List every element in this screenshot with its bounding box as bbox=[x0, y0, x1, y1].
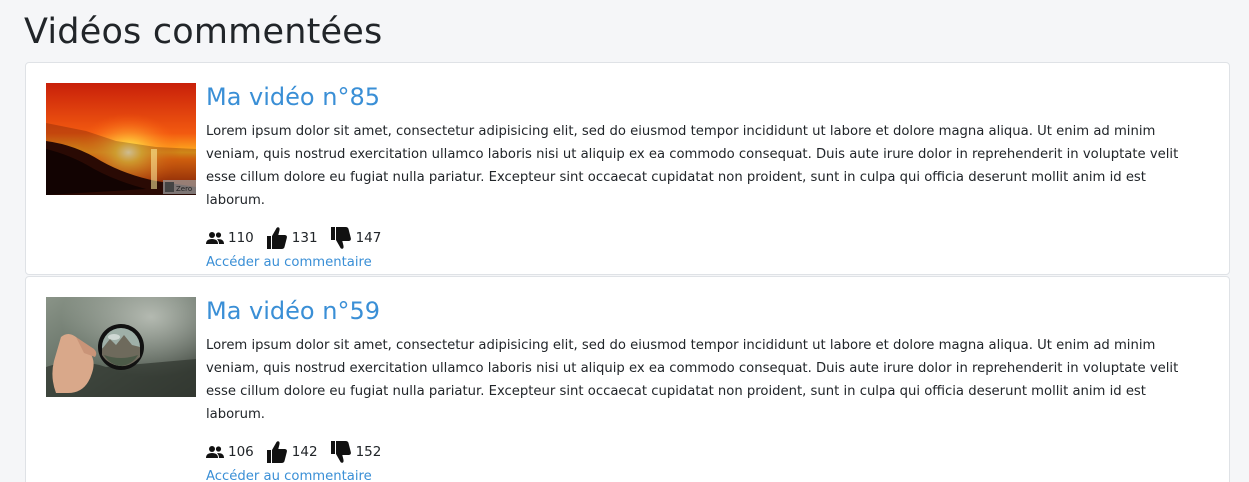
video-body: Ma vidéo n°85 Lorem ipsum dolor sit amet… bbox=[206, 79, 1206, 273]
comment-link[interactable]: Accéder au commentaire bbox=[206, 467, 372, 482]
viewers-stat: 110 bbox=[206, 230, 254, 246]
video-stats: 106 142 152 bbox=[206, 439, 1206, 465]
users-icon bbox=[206, 232, 224, 244]
video-thumbnail[interactable] bbox=[46, 297, 196, 397]
dislikes-stat[interactable]: 147 bbox=[330, 226, 382, 250]
video-title[interactable]: Ma vidéo n°85 bbox=[206, 79, 1206, 115]
video-body: Ma vidéo n°59 Lorem ipsum dolor sit amet… bbox=[206, 293, 1206, 482]
users-icon bbox=[206, 446, 224, 458]
viewers-count: 110 bbox=[228, 230, 254, 246]
video-description: Lorem ipsum dolor sit amet, consectetur … bbox=[206, 338, 1179, 422]
video-thumbnail[interactable]: Zero bbox=[46, 83, 196, 195]
page: Vidéos commentées Zero Ma vidéo n°85 Lor… bbox=[0, 0, 1249, 482]
likes-count: 142 bbox=[291, 444, 318, 460]
likes-stat[interactable]: 131 bbox=[266, 226, 318, 250]
video-description: Lorem ipsum dolor sit amet, consectetur … bbox=[206, 124, 1179, 208]
thumbs-down-icon bbox=[330, 227, 351, 249]
dislikes-count: 152 bbox=[355, 444, 382, 460]
video-card: Zero Ma vidéo n°85 Lorem ipsum dolor sit… bbox=[25, 62, 1230, 275]
thumbnail-watermark: Zero bbox=[176, 185, 192, 193]
video-title[interactable]: Ma vidéo n°59 bbox=[206, 293, 1206, 329]
likes-count: 131 bbox=[291, 230, 318, 246]
comment-link[interactable]: Accéder au commentaire bbox=[206, 253, 372, 273]
viewers-stat: 106 bbox=[206, 444, 254, 460]
viewers-count: 106 bbox=[228, 444, 254, 460]
thumbs-down-icon bbox=[330, 441, 351, 463]
sunset-thumbnail-image: Zero bbox=[46, 83, 196, 195]
video-stats: 110 131 147 bbox=[206, 225, 1206, 251]
page-title: Vidéos commentées bbox=[24, 12, 383, 52]
video-card: Ma vidéo n°59 Lorem ipsum dolor sit amet… bbox=[25, 276, 1230, 482]
dislikes-stat[interactable]: 152 bbox=[330, 440, 382, 464]
thumbs-up-icon bbox=[266, 227, 287, 249]
dislikes-count: 147 bbox=[355, 230, 382, 246]
likes-stat[interactable]: 142 bbox=[266, 440, 318, 464]
lens-ball-thumbnail-image bbox=[46, 297, 196, 397]
thumbs-up-icon bbox=[266, 441, 287, 463]
